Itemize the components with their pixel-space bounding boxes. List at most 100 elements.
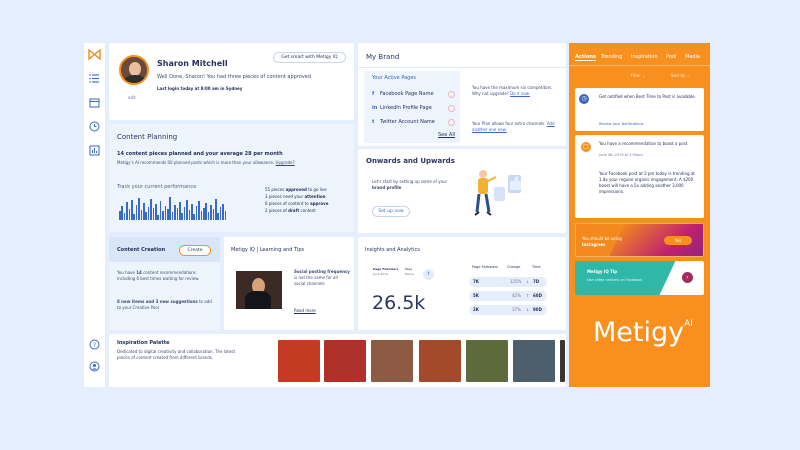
remove-icon[interactable]	[448, 119, 455, 126]
onwards-card: Onwards and Upwards Let's start by setti…	[358, 149, 566, 233]
performance-bar	[198, 201, 200, 220]
avatar[interactable]	[119, 55, 149, 85]
table-row[interactable]: 2K 37% ↓ 90D	[469, 305, 547, 315]
calendar-icon[interactable]	[89, 97, 100, 108]
metigy-logo-icon[interactable]	[88, 49, 101, 60]
see-all-link[interactable]: See All	[438, 132, 455, 139]
column-followers: Page Followers	[472, 265, 498, 269]
svg-text:?: ?	[93, 342, 96, 349]
tab-inspiration[interactable]: Inspiration	[631, 54, 658, 60]
inspiration-thumb-tomatoes[interactable]	[278, 340, 320, 382]
iq-thumbnail[interactable]	[236, 271, 282, 309]
remove-icon[interactable]	[448, 91, 455, 98]
review-notifications-link[interactable]: Review your Notifications	[599, 122, 644, 126]
instagram-suggestion-card[interactable]: You should be using Instagram Yes	[575, 223, 704, 257]
performance-bar	[152, 208, 155, 220]
performance-bar	[128, 209, 131, 220]
setup-button[interactable]: Set up now	[372, 206, 410, 217]
performance-bar	[224, 211, 227, 220]
performance-bar	[138, 198, 140, 220]
upgrade-link[interactable]: Do it now.	[510, 91, 530, 96]
performance-bar	[145, 212, 147, 220]
planning-summary: 14 content pieces planned and your avera…	[117, 151, 283, 157]
performance-bar	[140, 210, 143, 220]
performance-bar	[215, 199, 217, 220]
performance-chart	[119, 196, 229, 220]
insights-date: June 2019	[373, 272, 389, 276]
performance-bar	[181, 213, 183, 220]
remove-icon[interactable]	[448, 105, 455, 112]
ai-note: Metigy's AI recommends 00 planned posts …	[117, 160, 295, 165]
list-icon[interactable]	[89, 73, 100, 84]
performance-bar	[174, 205, 176, 220]
iq-tip-text: Use video natively on Facebook	[587, 278, 643, 282]
twitter-icon[interactable]: t	[423, 269, 434, 280]
user-icon[interactable]	[89, 361, 100, 372]
creation-line1: You have 14 content recommendations incl…	[117, 270, 200, 281]
sidebar: ?	[84, 43, 105, 387]
performance-bar	[159, 201, 162, 220]
table-row[interactable]: 7K 125% ↓ 7D	[469, 277, 547, 287]
track-label: Track your current performance	[117, 184, 197, 190]
upgrade-link[interactable]: Upgrade?	[276, 160, 295, 165]
tab-trending[interactable]: Trending	[601, 54, 622, 60]
boost-title: You have a recommendation to boost a pos…	[599, 141, 688, 146]
facebook-icon: f	[372, 91, 375, 97]
inspiration-thumb-ketchup-bottle[interactable]	[324, 340, 366, 382]
performance-bar	[123, 213, 126, 220]
insights-card: Insights and Analytics Page Followers Ju…	[358, 237, 566, 330]
plan-text: Your Plan allows four extra channels. Ad…	[472, 121, 555, 132]
tab-pool[interactable]: Pool	[666, 54, 676, 60]
analytics-icon[interactable]	[89, 145, 100, 156]
smart-button[interactable]: Get smart with Metigy IQ	[273, 52, 346, 63]
page-item-twitter[interactable]: t Twitter Account Name	[372, 118, 456, 128]
performance-bar	[150, 199, 152, 220]
page-item-linkedin[interactable]: in LinkedIn Profile Page	[372, 104, 456, 114]
performance-bar	[188, 210, 191, 220]
stat-approved: 55 pieces approved to go live	[265, 187, 327, 192]
performance-bar	[210, 205, 212, 220]
upgrade-text: You have the maximum six competitors. Wh…	[472, 85, 553, 96]
performance-bar	[157, 215, 159, 220]
inspiration-thumb-ketchup-wood[interactable]	[419, 340, 461, 382]
create-button[interactable]: Create	[179, 245, 211, 256]
help-icon[interactable]: ?	[89, 339, 100, 350]
performance-bar	[155, 204, 157, 220]
avatar-edit-caption[interactable]: edit	[128, 95, 136, 101]
inspiration-thumb-tomato-paste[interactable]	[371, 340, 413, 382]
tab-actions[interactable]: Actions	[575, 54, 596, 61]
performance-bar	[219, 207, 222, 220]
page-followers-label: Page Followers	[373, 267, 399, 271]
filter-dropdown[interactable]: Filter ⌄	[631, 73, 646, 79]
brand-title: My Brand	[366, 53, 400, 61]
tab-media[interactable]: Media	[685, 54, 700, 60]
boost-recommendation-card[interactable]: □ You have a recommendation to boost a p…	[575, 135, 704, 218]
brand-ai-badge: AI	[684, 319, 693, 329]
big-follower-count: 26.5k	[372, 292, 426, 314]
notification-card[interactable]: ◷ Get notified when Best Time to Post is…	[575, 88, 704, 131]
performance-bar	[167, 209, 169, 220]
iq-tip-card[interactable]: Metigy IQ Tip Use video natively on Face…	[575, 261, 704, 295]
inspiration-thumb-burger[interactable]	[560, 340, 565, 382]
clock-icon[interactable]	[89, 121, 100, 132]
yes-button[interactable]: Yes	[664, 236, 692, 245]
last-login: Last login today at 8:00 am in Sydney	[157, 86, 243, 91]
boost-body: Your Facebook post at 2 pm today is tren…	[599, 171, 695, 194]
iq-text: Social posting frequency is not the same…	[294, 269, 350, 286]
page-item-facebook[interactable]: f Facebook Page Name	[372, 90, 456, 100]
sort-dropdown[interactable]: Sort by ⌄	[671, 73, 690, 79]
read-more-link[interactable]: Read more	[294, 308, 316, 314]
column-time: Time	[532, 265, 541, 269]
table-row[interactable]: 5K 42% ↑ 60D	[469, 291, 547, 301]
inspiration-thumb-fries[interactable]	[513, 340, 555, 382]
performance-bar	[191, 204, 193, 220]
performance-bar	[164, 206, 167, 220]
boost-icon: □	[581, 142, 591, 152]
arrow-right-icon[interactable]: ›	[682, 272, 693, 283]
performance-bar	[212, 209, 215, 220]
actions-panel: Actions Trending Inspiration Pool Media …	[569, 43, 710, 387]
performance-bar	[207, 212, 210, 220]
performance-bar	[121, 206, 123, 220]
page-label: LinkedIn Profile Page	[380, 105, 432, 111]
inspiration-thumb-food-dish[interactable]	[466, 340, 508, 382]
